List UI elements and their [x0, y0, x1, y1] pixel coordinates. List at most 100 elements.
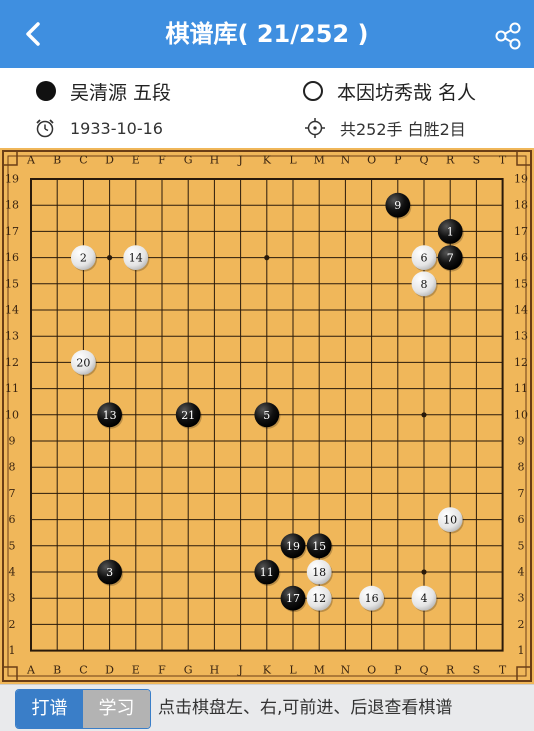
move-number: 11 — [260, 566, 274, 579]
page-title: 棋谱库( 21/252 ) — [165, 20, 369, 48]
move-number: 21 — [181, 409, 195, 422]
column-label: M — [314, 664, 325, 677]
top-bar: 棋谱库( 21/252 ) — [0, 0, 534, 68]
row-label: 6 — [9, 513, 16, 526]
column-label: H — [210, 664, 220, 677]
move-number: 14 — [129, 252, 143, 265]
white-stone-icon — [303, 81, 323, 101]
row-label: 3 — [9, 592, 16, 605]
row-label: 15 — [514, 277, 528, 290]
star-point — [421, 569, 427, 575]
row-label: 9 — [9, 435, 16, 448]
column-label: D — [105, 154, 114, 167]
column-label: T — [499, 664, 507, 677]
column-label: S — [473, 154, 481, 167]
row-label: 4 — [518, 566, 525, 579]
white-player: 本因坊秀哉 名人 — [303, 76, 476, 106]
black-stone-icon — [36, 81, 56, 101]
move-number: 8 — [421, 278, 428, 291]
column-label: O — [367, 664, 376, 677]
bottom-toolbar: 打谱 学习 点击棋盘左、右,可前进、后退查看棋谱 — [0, 684, 534, 731]
column-label: J — [237, 664, 242, 677]
column-label: P — [394, 664, 402, 677]
move-number: 19 — [286, 540, 300, 553]
move-number: 5 — [263, 409, 270, 422]
row-label: 16 — [514, 251, 528, 264]
mode-study-button[interactable]: 学习 — [83, 690, 150, 728]
share-icon[interactable] — [492, 20, 524, 52]
row-label: 13 — [514, 330, 528, 343]
black-player-name: 吴清源 五段 — [70, 81, 172, 104]
move-number: 4 — [421, 592, 428, 605]
column-label: B — [53, 154, 61, 167]
column-label: E — [132, 664, 140, 677]
board-corner-ornament — [516, 151, 531, 166]
row-label: 14 — [5, 304, 19, 317]
row-label: 11 — [514, 382, 528, 395]
move-number: 16 — [365, 592, 379, 605]
column-label: G — [184, 154, 193, 167]
column-label: K — [263, 664, 272, 677]
star-point — [421, 412, 427, 418]
row-label: 12 — [5, 356, 19, 369]
column-label: S — [473, 664, 481, 677]
move-number: 18 — [312, 566, 326, 579]
mode-play-button[interactable]: 打谱 — [16, 690, 83, 728]
move-number: 20 — [76, 356, 90, 369]
row-label: 19 — [5, 173, 19, 186]
move-number: 7 — [447, 252, 454, 265]
row-label: 16 — [5, 251, 19, 264]
row-label: 8 — [518, 461, 525, 474]
column-label: K — [263, 154, 272, 167]
row-label: 8 — [9, 461, 16, 474]
navigation-hint: 点击棋盘左、右,可前进、后退查看棋谱 — [158, 698, 453, 718]
row-label: 6 — [518, 513, 525, 526]
row-label: 18 — [5, 199, 19, 212]
crosshair-icon — [305, 118, 325, 138]
row-label: 14 — [514, 304, 528, 317]
column-label: C — [79, 664, 87, 677]
row-label: 18 — [514, 199, 528, 212]
move-number: 12 — [312, 592, 326, 605]
move-number: 13 — [103, 409, 117, 422]
column-label: B — [53, 664, 61, 677]
row-label: 9 — [518, 435, 525, 448]
column-label: F — [158, 664, 166, 677]
column-label: M — [314, 154, 325, 167]
column-label: C — [79, 154, 87, 167]
alarm-clock-icon — [36, 119, 54, 138]
row-label: 7 — [518, 487, 525, 500]
game-result-text: 共252手 白胜2目 — [340, 120, 466, 139]
column-label: E — [132, 154, 140, 167]
go-board[interactable]: A A B B C C D D E E F F G G H H J J K K L L M M N N O O P P Q Q R R S S T T 19… — [0, 148, 534, 684]
column-label: N — [341, 154, 351, 167]
column-label: P — [394, 154, 402, 167]
board-corner-ornament — [3, 151, 18, 166]
game-date-text: 1933-10-16 — [70, 118, 163, 138]
row-label: 7 — [9, 487, 16, 500]
row-label: 5 — [9, 539, 16, 552]
row-label: 11 — [5, 382, 19, 395]
column-label: H — [210, 154, 220, 167]
mode-switch[interactable]: 打谱 学习 — [15, 689, 151, 729]
column-label: N — [341, 664, 351, 677]
game-date: 1933-10-16 — [34, 113, 163, 143]
row-label: 5 — [518, 539, 525, 552]
column-label: F — [158, 154, 166, 167]
column-label: G — [184, 664, 193, 677]
move-number: 3 — [106, 566, 113, 579]
star-point — [107, 255, 113, 261]
move-number: 1 — [447, 225, 454, 238]
column-label: J — [237, 154, 242, 167]
row-label: 1 — [9, 644, 16, 657]
row-label: 3 — [518, 592, 525, 605]
white-player-name: 本因坊秀哉 名人 — [337, 81, 477, 104]
star-point — [264, 255, 270, 261]
column-label: D — [105, 664, 114, 677]
go-board-canvas[interactable]: AABBCCDDEEFFGGHHJJKKLLMMNNOOPPQQRRSSTT19… — [0, 148, 534, 684]
column-label: T — [499, 154, 507, 167]
column-label: R — [446, 664, 455, 677]
column-label: O — [367, 154, 376, 167]
row-label: 10 — [5, 408, 19, 421]
move-number: 15 — [312, 540, 326, 553]
